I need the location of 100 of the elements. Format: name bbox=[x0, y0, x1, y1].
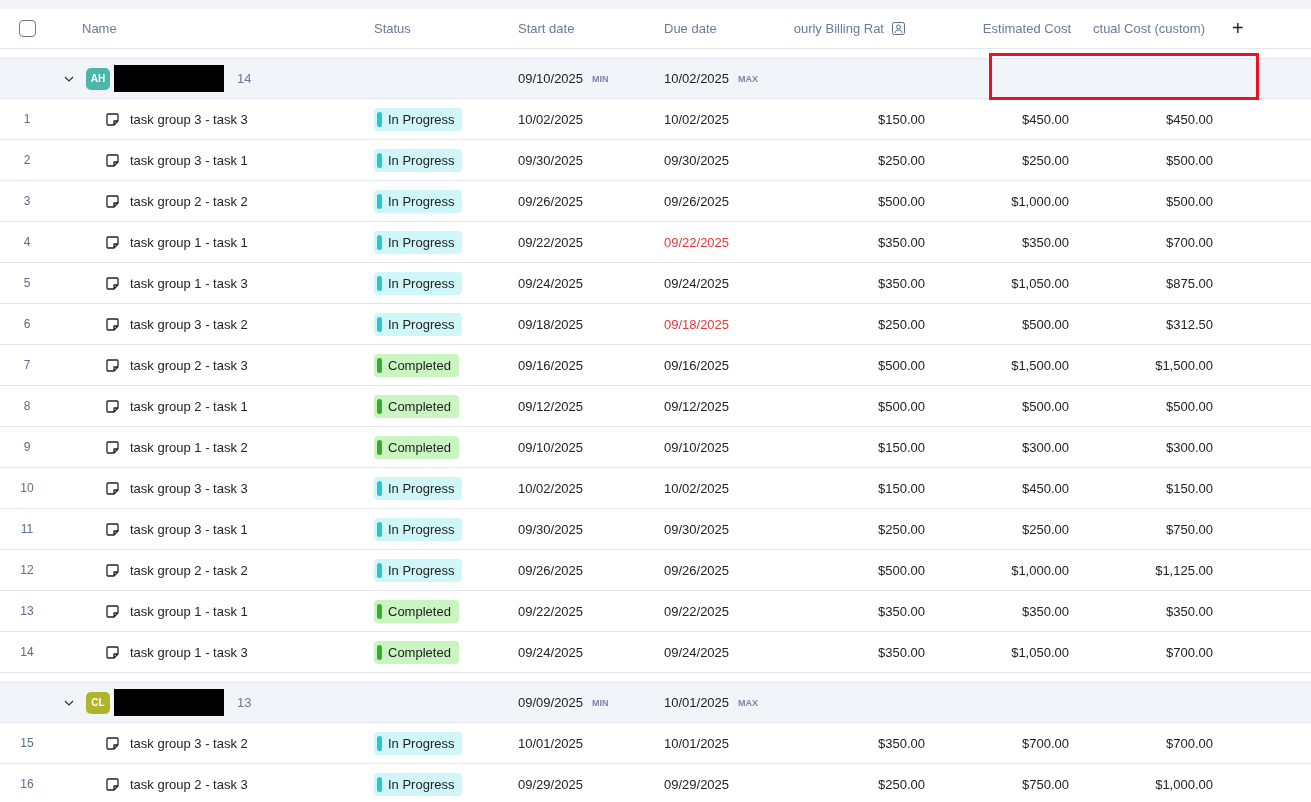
start-date: 09/24/2025 bbox=[517, 644, 584, 660]
actual-cost: $500.00 bbox=[1166, 152, 1213, 168]
due-date: 10/02/2025 bbox=[663, 111, 730, 127]
status-badge[interactable]: Completed bbox=[374, 599, 459, 623]
status-badge[interactable]: Completed bbox=[374, 640, 459, 664]
note-icon bbox=[106, 276, 119, 290]
due-date: 09/26/2025 bbox=[663, 562, 730, 578]
due-date: 09/30/2025 bbox=[663, 521, 730, 537]
hourly-rate: $350.00 bbox=[878, 234, 925, 250]
hourly-rate: $150.00 bbox=[878, 111, 925, 127]
hourly-rate: $350.00 bbox=[878, 603, 925, 619]
task-name[interactable]: task group 1 - task 3 bbox=[130, 275, 248, 291]
task-name[interactable]: task group 3 - task 3 bbox=[130, 480, 248, 496]
estimated-cost: $1,050.00 bbox=[1011, 275, 1069, 291]
status-badge[interactable]: In Progress bbox=[374, 312, 463, 336]
estimated-cost: $250.00 bbox=[1022, 521, 1069, 537]
estimated-cost: $350.00 bbox=[1022, 603, 1069, 619]
row-number: 5 bbox=[23, 276, 31, 290]
note-icon bbox=[106, 358, 119, 372]
note-icon bbox=[106, 481, 119, 495]
actual-cost: $1,500.00 bbox=[1155, 357, 1213, 373]
task-name[interactable]: task group 2 - task 3 bbox=[130, 776, 248, 792]
column-header[interactable]: Estimated Cost bbox=[982, 21, 1071, 36]
actual-cost: $350.00 bbox=[1166, 603, 1213, 619]
column-header[interactable]: Due date bbox=[664, 21, 717, 36]
task-name[interactable]: task group 3 - task 2 bbox=[130, 316, 248, 332]
status-badge[interactable]: In Progress bbox=[374, 189, 463, 213]
row-number: 13 bbox=[20, 604, 34, 618]
hourly-rate: $500.00 bbox=[878, 357, 925, 373]
due-date: 09/10/2025 bbox=[663, 439, 730, 455]
start-date: 10/01/2025 bbox=[517, 735, 584, 751]
task-count: 14 bbox=[237, 71, 252, 86]
task-name[interactable]: task group 1 - task 2 bbox=[130, 439, 248, 455]
start-date: 09/22/2025 bbox=[517, 603, 584, 619]
status-badge[interactable]: In Progress bbox=[374, 271, 463, 295]
task-name[interactable]: task group 3 - task 3 bbox=[130, 111, 248, 127]
column-header[interactable]: Status bbox=[374, 21, 411, 36]
estimated-cost: $250.00 bbox=[1022, 152, 1069, 168]
max-due-date: 10/02/2025 bbox=[664, 71, 730, 86]
status-badge[interactable]: Completed bbox=[374, 394, 459, 418]
actual-cost: $750.00 bbox=[1166, 521, 1213, 537]
start-date: 09/24/2025 bbox=[517, 275, 584, 291]
task-name[interactable]: task group 3 - task 2 bbox=[130, 735, 248, 751]
column-header[interactable]: Start date bbox=[518, 21, 575, 36]
task-name[interactable]: task group 2 - task 2 bbox=[130, 193, 248, 209]
estimated-cost: $350.00 bbox=[1022, 234, 1069, 250]
task-name[interactable]: task group 1 - task 1 bbox=[130, 603, 248, 619]
status-badge[interactable]: In Progress bbox=[374, 230, 463, 254]
hourly-rate: $350.00 bbox=[878, 275, 925, 291]
status-badge[interactable]: In Progress bbox=[374, 107, 463, 131]
hourly-rate: $350.00 bbox=[878, 644, 925, 660]
hourly-rate: $250.00 bbox=[878, 316, 925, 332]
column-header[interactable]: ourly Billing Rat bbox=[793, 21, 884, 36]
estimated-cost: $450.00 bbox=[1022, 111, 1069, 127]
hourly-rate: $500.00 bbox=[878, 562, 925, 578]
row-number: 16 bbox=[20, 777, 34, 791]
row-number: 6 bbox=[23, 317, 31, 331]
status-badge[interactable]: In Progress bbox=[374, 731, 463, 755]
task-name[interactable]: task group 3 - task 1 bbox=[130, 521, 248, 537]
add-column-button[interactable]: + bbox=[1228, 17, 1248, 40]
row-number: 8 bbox=[23, 399, 31, 413]
status-badge[interactable]: Completed bbox=[374, 353, 459, 377]
row-number: 7 bbox=[23, 358, 31, 372]
note-icon bbox=[106, 112, 119, 126]
task-name[interactable]: task group 3 - task 1 bbox=[130, 152, 248, 168]
status-badge[interactable]: In Progress bbox=[374, 517, 463, 541]
note-icon bbox=[106, 153, 119, 167]
status-badge[interactable]: In Progress bbox=[374, 476, 463, 500]
hourly-rate: $150.00 bbox=[878, 439, 925, 455]
column-header[interactable]: Name bbox=[82, 21, 117, 36]
status-badge[interactable]: In Progress bbox=[374, 148, 463, 172]
due-date: 09/18/2025 bbox=[663, 316, 730, 332]
chevron-icon[interactable] bbox=[64, 699, 74, 706]
start-date: 09/12/2025 bbox=[517, 398, 584, 414]
status-badge[interactable]: Completed bbox=[374, 435, 459, 459]
task-count: 13 bbox=[237, 695, 252, 710]
task-name[interactable]: task group 2 - task 1 bbox=[130, 398, 248, 414]
due-date: 09/22/2025 bbox=[663, 234, 730, 250]
estimated-cost: $1,500.00 bbox=[1011, 357, 1069, 373]
estimated-cost: $500.00 bbox=[1022, 316, 1069, 332]
note-icon bbox=[106, 777, 119, 791]
select-all-checkbox[interactable] bbox=[18, 20, 36, 37]
hourly-rate: $250.00 bbox=[878, 521, 925, 537]
task-name[interactable]: task group 2 - task 3 bbox=[130, 357, 248, 373]
task-name[interactable]: task group 2 - task 2 bbox=[130, 562, 248, 578]
column-header[interactable]: ctual Cost (custom) bbox=[1093, 21, 1205, 36]
note-icon bbox=[106, 399, 119, 413]
start-date: 09/30/2025 bbox=[517, 521, 584, 537]
row-number: 1 bbox=[23, 112, 31, 126]
actual-cost: $700.00 bbox=[1166, 735, 1213, 751]
task-name[interactable]: task group 1 - task 1 bbox=[130, 234, 248, 250]
chevron-icon[interactable] bbox=[64, 75, 74, 82]
hourly-rate: $350.00 bbox=[878, 735, 925, 751]
actual-cost: $450.00 bbox=[1166, 111, 1213, 127]
status-badge[interactable]: In Progress bbox=[374, 558, 463, 582]
task-name[interactable]: task group 1 - task 3 bbox=[130, 644, 248, 660]
start-date: 10/02/2025 bbox=[517, 480, 584, 496]
due-date: 09/29/2025 bbox=[663, 776, 730, 792]
estimated-cost: $450.00 bbox=[1022, 480, 1069, 496]
status-badge[interactable]: In Progress bbox=[374, 772, 463, 796]
